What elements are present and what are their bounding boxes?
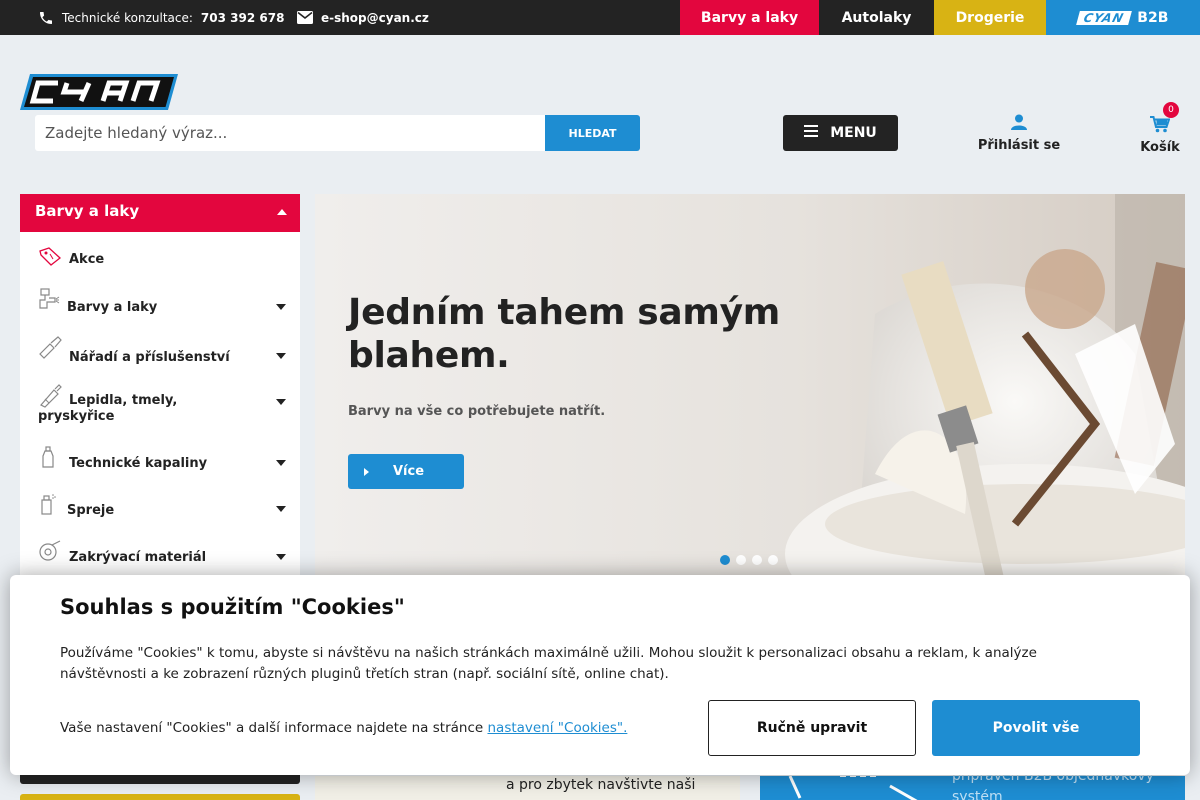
menu-button[interactable]: MENU xyxy=(783,115,898,151)
phone-label: Technické konzultace: xyxy=(62,10,193,25)
hero-banner[interactable]: Jedním tahem samým blahem. Barvy na vše … xyxy=(315,194,1185,579)
sidebar-item-label: Zakrývací materiál xyxy=(69,550,207,565)
cookie-settings-link[interactable]: nastavení "Cookies". xyxy=(487,720,627,736)
sidebar-item-lepidla[interactable]: Lepidla, tmely, pryskyřice xyxy=(20,384,300,430)
hero-more-button[interactable]: Více xyxy=(348,454,464,489)
cart-icon xyxy=(1134,116,1186,137)
slider-dot-4[interactable] xyxy=(768,555,778,565)
category-sidebar: Akce Barvy a laky Nářadí a příslušenství… xyxy=(20,232,300,582)
top-bar: Technické konzultace: 703 392 678 e-shop… xyxy=(0,0,1200,35)
spray-gun-icon xyxy=(38,288,60,318)
tab-b2b[interactable]: CYAN B2B xyxy=(1046,0,1200,35)
cyan-logo[interactable] xyxy=(20,74,178,110)
play-arrow-icon xyxy=(364,468,369,476)
sidebar-yellow-panel[interactable] xyxy=(20,794,300,800)
tape-icon xyxy=(38,540,62,566)
cookie-note-text: Vaše nastavení "Cookies" a další informa… xyxy=(60,720,484,736)
caret-down-icon xyxy=(276,353,286,359)
caret-down-icon xyxy=(276,554,286,560)
login-label: Přihlásit se xyxy=(977,138,1061,153)
promo-left-text: a pro zbytek navštivte naši xyxy=(506,777,696,793)
sidebar-item-label: Lepidla, tmely, pryskyřice xyxy=(38,393,178,424)
sidebar-item-barvy-a-laky[interactable]: Barvy a laky xyxy=(20,288,300,324)
hero-button-label: Více xyxy=(393,464,425,479)
user-icon xyxy=(970,114,1068,134)
bottle-icon xyxy=(38,446,60,474)
menu-label: MENU xyxy=(830,125,877,141)
brush-icon xyxy=(38,336,62,364)
cookie-note: Vaše nastavení "Cookies" a další informa… xyxy=(60,720,627,736)
tab-barvy-a-laky[interactable]: Barvy a laky xyxy=(680,0,819,35)
phone-contact[interactable]: Technické konzultace: 703 392 678 xyxy=(38,0,284,35)
cart-link[interactable]: 0 Košík xyxy=(1134,102,1186,155)
b2b-arrows-icon xyxy=(788,776,918,800)
sidebar-item-akce[interactable]: Akce xyxy=(20,246,300,278)
caret-up-icon xyxy=(277,209,287,215)
sidebar-header[interactable]: Barvy a laky xyxy=(20,194,300,232)
b2b-label: B2B xyxy=(1137,9,1169,26)
slider-dot-3[interactable] xyxy=(752,555,762,565)
tab-autolaky[interactable]: Autolaky xyxy=(819,0,934,35)
phone-number[interactable]: 703 392 678 xyxy=(201,11,285,25)
slider-dot-2[interactable] xyxy=(736,555,746,565)
slider-dot-1[interactable] xyxy=(720,555,730,565)
mail-icon xyxy=(297,11,313,24)
sidebar-item-label: Akce xyxy=(69,252,105,267)
sidebar-item-naradi[interactable]: Nářadí a příslušenství xyxy=(20,336,300,372)
search-button[interactable]: HLEDAT xyxy=(545,115,640,151)
caret-down-icon xyxy=(276,506,286,512)
phone-icon xyxy=(38,10,54,26)
cookie-consent-dialog: Souhlas s použitím "Cookies" Používáme "… xyxy=(10,575,1190,775)
sidebar-item-label: Spreje xyxy=(67,503,115,518)
slider-dots xyxy=(720,555,778,565)
caret-down-icon xyxy=(276,399,286,405)
cookie-text: Používáme "Cookies" k tomu, abyste si ná… xyxy=(60,645,1037,682)
sidebar-item-label: Barvy a laky xyxy=(67,300,158,315)
hamburger-icon xyxy=(804,125,819,141)
hero-painting-image xyxy=(315,194,1185,579)
caret-down-icon xyxy=(276,304,286,310)
hero-subtitle: Barvy na vše co potřebujete natřít. xyxy=(348,404,606,419)
cookie-manual-button[interactable]: Ručně upravit xyxy=(708,700,916,756)
caret-down-icon xyxy=(276,460,286,466)
email-link[interactable]: e-shop@cyan.cz xyxy=(321,11,429,25)
sidebar-item-label: Technické kapaliny xyxy=(69,456,208,471)
sidebar-item-label: Nářadí a příslušenství xyxy=(69,350,230,365)
b2b-logo: CYAN xyxy=(1075,10,1132,25)
sidebar-title: Barvy a laky xyxy=(35,202,140,220)
tab-drogerie[interactable]: Drogerie xyxy=(934,0,1046,35)
login-link[interactable]: Přihlásit se xyxy=(970,114,1068,153)
email-contact[interactable]: e-shop@cyan.cz xyxy=(297,0,429,35)
cookie-title: Souhlas s použitím "Cookies" xyxy=(60,595,405,619)
sidebar-item-zakryvaci-material[interactable]: Zakrývací materiál xyxy=(20,540,300,576)
spray-can-icon xyxy=(38,492,60,520)
cookie-allow-all-button[interactable]: Povolit vše xyxy=(932,700,1140,756)
hero-title: Jedním tahem samým blahem. xyxy=(348,292,780,376)
cart-count-badge: 0 xyxy=(1163,102,1179,118)
sidebar-item-spreje[interactable]: Spreje xyxy=(20,492,300,528)
sidebar-item-technicke-kapaliny[interactable]: Technické kapaliny xyxy=(20,446,300,482)
search-input[interactable] xyxy=(35,115,545,151)
tag-icon xyxy=(38,246,62,270)
cart-label: Košík xyxy=(1140,140,1180,155)
